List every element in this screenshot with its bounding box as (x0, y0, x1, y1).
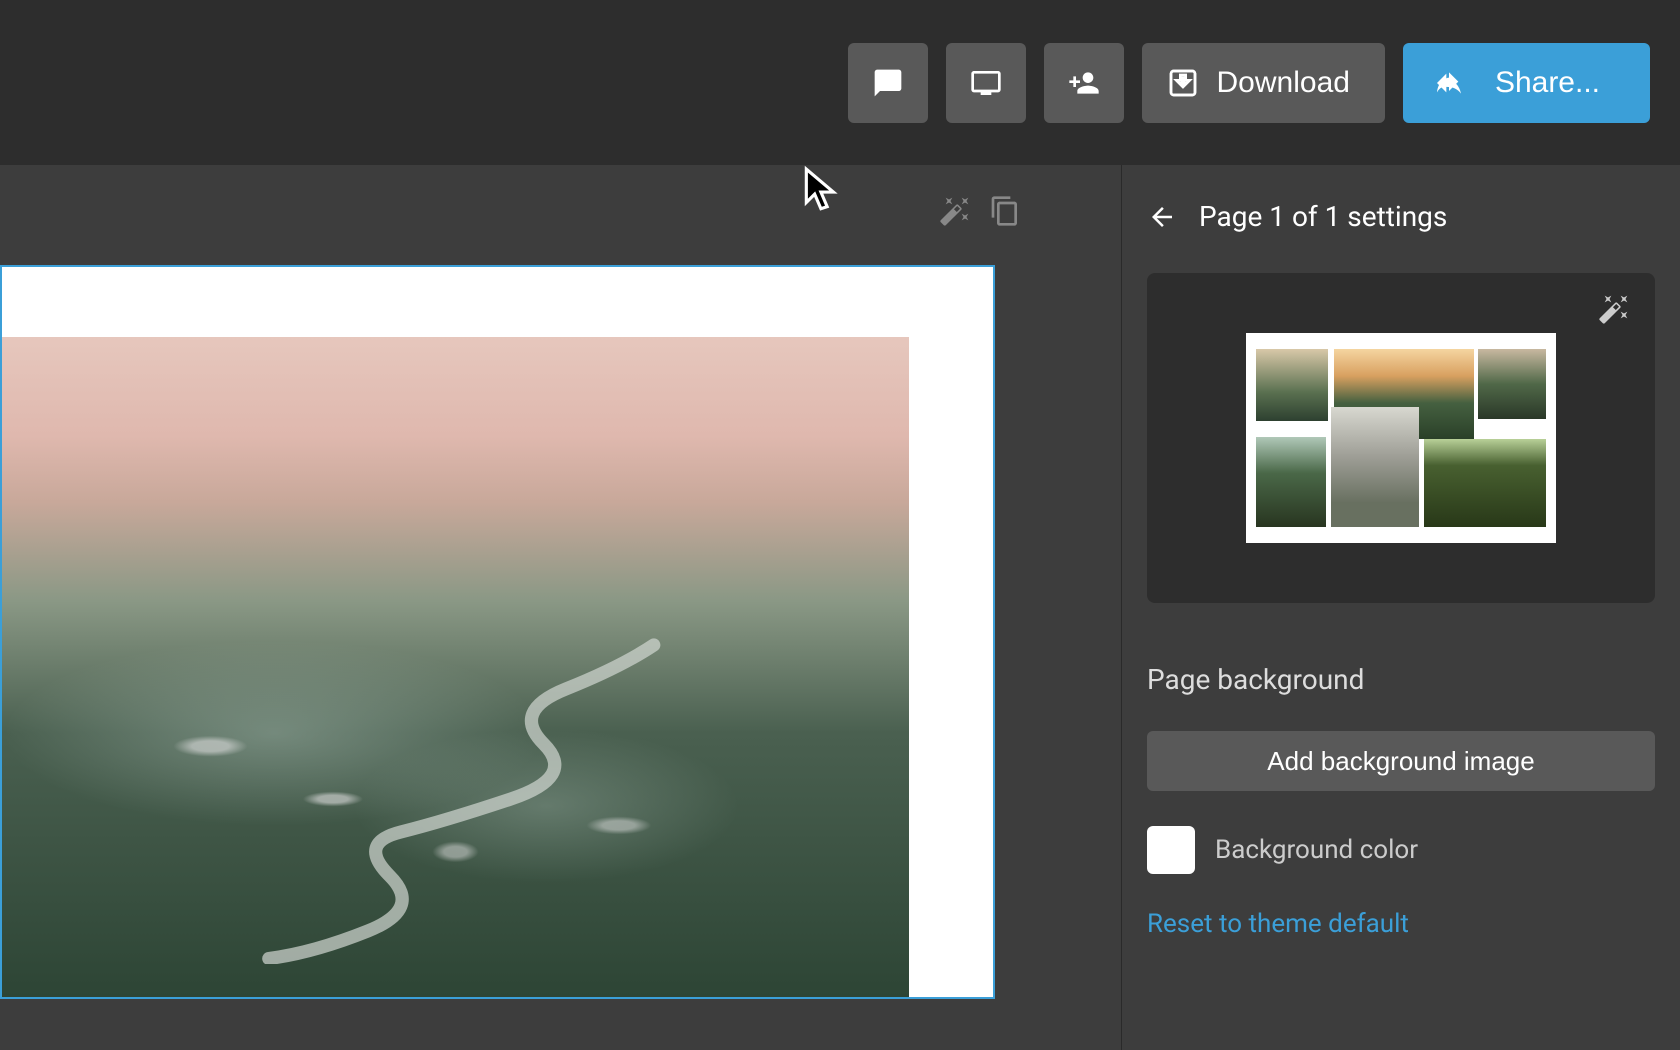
add-background-image-button[interactable]: Add background image (1147, 731, 1655, 791)
share-button[interactable]: Share... (1403, 43, 1650, 123)
present-button[interactable] (946, 43, 1026, 123)
sidebar-header: Page 1 of 1 settings (1147, 200, 1655, 233)
page-background-section-title: Page background (1147, 663, 1655, 696)
page-thumbnail-container (1147, 273, 1655, 603)
thumbnail-collage-image (1424, 439, 1546, 527)
canvas-area[interactable] (0, 165, 1121, 1050)
back-arrow-icon[interactable] (1147, 202, 1177, 232)
share-icon (1433, 67, 1465, 99)
background-color-row: Background color (1147, 826, 1655, 874)
background-color-swatch[interactable] (1147, 826, 1195, 874)
comment-icon (872, 67, 904, 99)
share-label: Share... (1495, 66, 1600, 100)
canvas-page[interactable] (0, 265, 995, 999)
thumbnail-wand-icon[interactable] (1598, 293, 1630, 325)
thumbnail-collage-image (1256, 349, 1328, 421)
user-plus-icon (1068, 67, 1100, 99)
copy-icon[interactable] (989, 195, 1021, 227)
top-toolbar: Download Share... (0, 0, 1680, 165)
thumbnail-collage-image (1478, 349, 1546, 419)
sidebar-title: Page 1 of 1 settings (1199, 200, 1447, 233)
background-color-label: Background color (1215, 835, 1418, 865)
download-label: Download (1217, 66, 1350, 100)
reset-theme-default-link[interactable]: Reset to theme default (1147, 909, 1655, 939)
monitor-icon (970, 67, 1002, 99)
wand-icon[interactable] (939, 195, 971, 227)
download-icon (1167, 67, 1199, 99)
add-user-button[interactable] (1044, 43, 1124, 123)
thumbnail-collage-image (1256, 437, 1326, 527)
download-button[interactable]: Download (1142, 43, 1385, 123)
right-sidebar: Page 1 of 1 settings Page background Add… (1121, 165, 1680, 1050)
comment-button[interactable] (848, 43, 928, 123)
river-shape (93, 634, 819, 964)
canvas-toolbar (939, 195, 1021, 227)
thumbnail-collage-image (1331, 407, 1419, 527)
canvas-main-image[interactable] (2, 337, 909, 997)
cursor-icon (802, 165, 844, 219)
main-area: Page 1 of 1 settings Page background Add… (0, 165, 1680, 1050)
page-thumbnail[interactable] (1246, 333, 1556, 543)
